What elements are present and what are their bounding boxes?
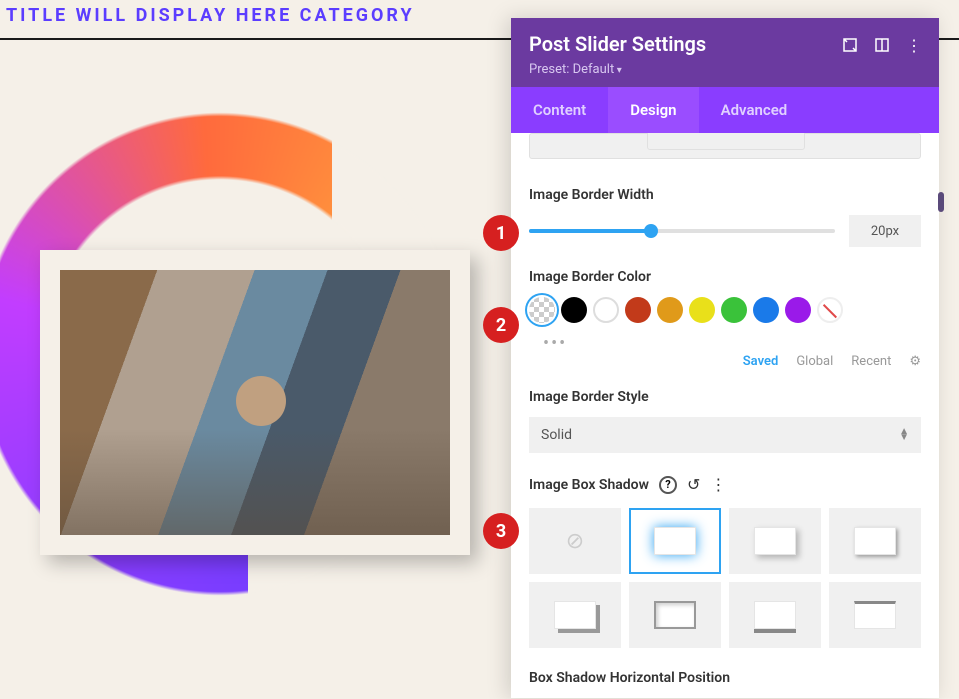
shadow-h-label: Box Shadow Horizontal Position bbox=[529, 670, 921, 686]
swatch-black[interactable] bbox=[561, 297, 587, 323]
color-tab-global[interactable]: Global bbox=[796, 354, 833, 369]
border-style-value: Solid bbox=[541, 427, 572, 443]
shadow-under[interactable] bbox=[729, 582, 821, 648]
panel-tabs: Content Design Advanced bbox=[511, 87, 939, 133]
border-style-select[interactable]: Solid ▲▼ bbox=[529, 417, 921, 453]
color-swatch-row bbox=[529, 297, 921, 323]
shadow-small[interactable] bbox=[829, 508, 921, 574]
swatch-red[interactable] bbox=[625, 297, 651, 323]
gear-icon[interactable]: ⚙ bbox=[909, 354, 921, 369]
annotation-2: 2 bbox=[483, 307, 519, 343]
shadow-none[interactable]: ⊘ bbox=[529, 508, 621, 574]
box-shadow-label: Image Box Shadow bbox=[529, 477, 649, 493]
swatch-yellow[interactable] bbox=[689, 297, 715, 323]
shadow-preset-grid: ⊘ bbox=[529, 508, 921, 648]
shadow-inset[interactable] bbox=[629, 582, 721, 648]
preview-canvas bbox=[0, 40, 505, 680]
slider-fill bbox=[529, 229, 651, 233]
image-frame bbox=[40, 250, 470, 555]
swatch-green[interactable] bbox=[721, 297, 747, 323]
shadow-glow[interactable] bbox=[629, 508, 721, 574]
panel-header: Post Slider Settings Preset: Default ⋮ bbox=[511, 18, 939, 87]
shadow-flat[interactable] bbox=[829, 582, 921, 648]
swatch-none[interactable] bbox=[817, 297, 843, 323]
swatch-purple[interactable] bbox=[785, 297, 811, 323]
scrollbar-thumb[interactable] bbox=[938, 192, 944, 212]
tab-advanced[interactable]: Advanced bbox=[699, 87, 810, 133]
annotation-1: 1 bbox=[483, 215, 519, 251]
color-tab-saved[interactable]: Saved bbox=[743, 354, 779, 369]
color-tab-recent[interactable]: Recent bbox=[851, 354, 891, 369]
border-width-value[interactable]: 20px bbox=[849, 215, 921, 247]
swatch-transparent[interactable] bbox=[529, 297, 555, 323]
swatch-white[interactable] bbox=[593, 297, 619, 323]
tab-content[interactable]: Content bbox=[511, 87, 608, 133]
expand-icon[interactable] bbox=[843, 38, 857, 52]
swatch-orange[interactable] bbox=[657, 297, 683, 323]
help-icon[interactable]: ? bbox=[659, 476, 677, 494]
settings-panel: Post Slider Settings Preset: Default ⋮ C… bbox=[511, 18, 939, 698]
shadow-hard[interactable] bbox=[529, 582, 621, 648]
annotation-3: 3 bbox=[483, 513, 519, 549]
select-arrows-icon: ▲▼ bbox=[899, 429, 909, 441]
columns-icon[interactable] bbox=[875, 38, 889, 52]
preview-strip bbox=[529, 133, 921, 159]
border-style-label: Image Border Style bbox=[529, 389, 921, 405]
reset-icon[interactable]: ↺ bbox=[687, 475, 700, 494]
preset-dropdown[interactable]: Preset: Default bbox=[529, 62, 921, 77]
border-width-slider[interactable] bbox=[529, 229, 835, 233]
panel-body: Image Border Width 20px Image Border Col… bbox=[511, 133, 939, 698]
slider-thumb[interactable] bbox=[644, 224, 658, 238]
border-color-label: Image Border Color bbox=[529, 269, 921, 285]
more-swatches-icon[interactable]: ••• bbox=[529, 333, 921, 354]
swatch-blue[interactable] bbox=[753, 297, 779, 323]
tab-design[interactable]: Design bbox=[608, 87, 698, 133]
shadow-soft[interactable] bbox=[729, 508, 821, 574]
kebab-menu-icon[interactable]: ⋮ bbox=[907, 38, 921, 52]
placeholder-photo bbox=[60, 270, 450, 535]
border-width-label: Image Border Width bbox=[529, 187, 921, 203]
kebab-icon[interactable]: ⋮ bbox=[710, 475, 726, 494]
